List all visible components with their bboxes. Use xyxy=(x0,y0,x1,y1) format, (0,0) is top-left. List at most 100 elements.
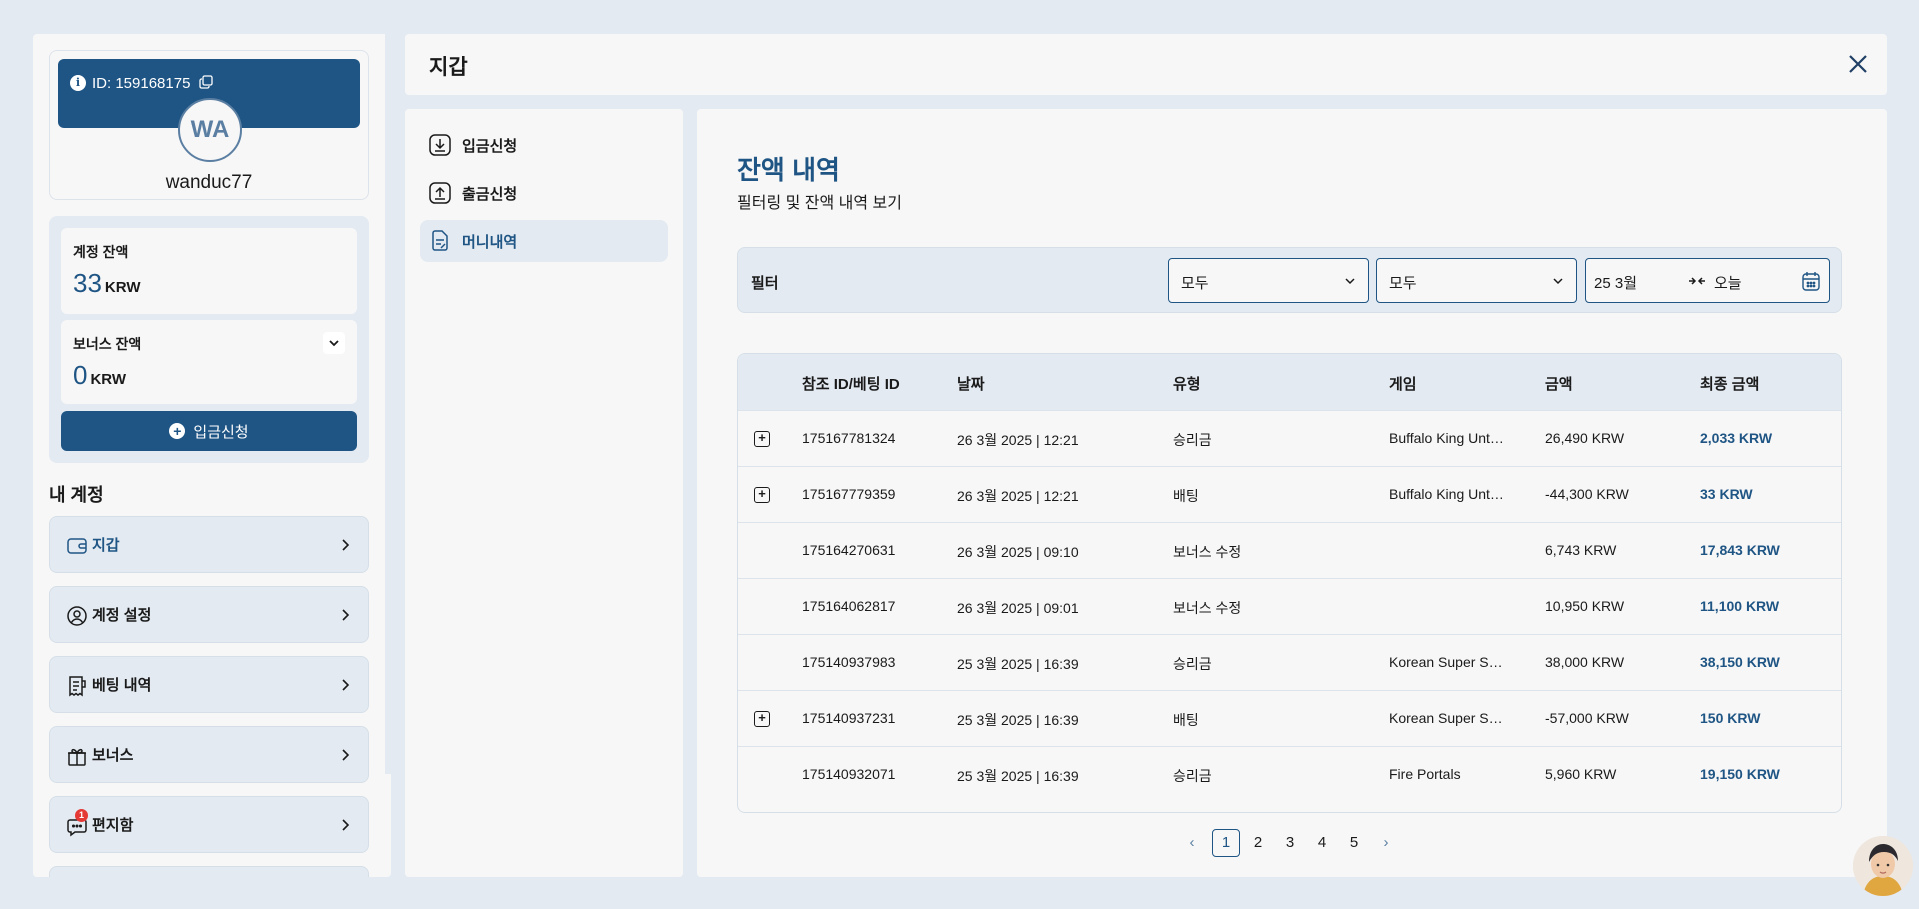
cell-ref-id: 175164062817 xyxy=(802,598,896,614)
prev-page-button[interactable]: ‹ xyxy=(1178,829,1206,857)
cell-amount: 26,490 KRW xyxy=(1545,430,1625,446)
menu-item-bonus[interactable]: 보너스 xyxy=(49,726,369,783)
expand-row-icon[interactable]: + xyxy=(754,711,770,727)
wallet-nav-label: 입금신청 xyxy=(462,137,518,155)
chevron-right-icon xyxy=(342,749,350,761)
receipt-icon xyxy=(69,676,86,697)
chevron-right-icon xyxy=(342,539,350,551)
account-balance-value: 33 KRW xyxy=(73,268,141,298)
bonus-balance-label: 보너스 잔액 xyxy=(73,336,142,352)
menu-item-label: 베팅 내역 xyxy=(92,677,152,694)
wallet-nav-withdraw[interactable]: 출금신청 xyxy=(420,172,668,214)
notification-badge: 1 xyxy=(75,809,88,822)
cell-final-amount: 17,843 KRW xyxy=(1700,542,1780,558)
menu-item-partial[interactable] xyxy=(49,866,369,877)
filter-select-1[interactable]: 모두 xyxy=(1168,258,1369,303)
date-range-picker[interactable]: 25 3월 오늘 xyxy=(1585,258,1830,303)
expand-row-icon[interactable]: + xyxy=(754,487,770,503)
wallet-icon xyxy=(67,538,87,554)
col-date: 날짜 xyxy=(957,376,985,393)
table-row: 175164270631 26 3월 2025 | 09:10 보너스 수정 6,74… xyxy=(738,522,1841,578)
table-row: 175140932071 25 3월 2025 | 16:39 승리금 Fire Po… xyxy=(738,746,1841,802)
date-from[interactable]: 25 3월 xyxy=(1594,272,1637,293)
profile-card: i ID: 159168175 WA wanduc77 xyxy=(49,50,369,200)
balance-block: 계정 잔액 33 KRW 보너스 잔액 0 KRW + 입금신청 xyxy=(49,216,369,463)
menu-item-account-settings[interactable]: 계정 설정 xyxy=(49,586,369,643)
expand-row-icon[interactable]: + xyxy=(754,431,770,447)
col-final-amount: 최종 금액 xyxy=(1700,376,1760,393)
cell-game: Buffalo King Unt… xyxy=(1389,486,1504,502)
document-icon xyxy=(432,230,448,251)
range-arrows-icon xyxy=(1689,277,1705,285)
section-title: 잔액 내역 xyxy=(737,155,840,185)
wallet-nav: 입금신청 출금신청 머니내역 xyxy=(405,109,683,877)
deposit-button-label: 입금신청 xyxy=(193,423,249,441)
chevron-down-icon xyxy=(1553,278,1563,285)
bonus-balance-card: 보너스 잔액 0 KRW xyxy=(61,320,357,404)
filter-select-2[interactable]: 모두 xyxy=(1376,258,1577,303)
filter-bar: 필터 모두 모두 25 3월 오늘 xyxy=(737,247,1842,313)
cell-ref-id: 175167781324 xyxy=(802,430,896,446)
cell-final-amount: 19,150 KRW xyxy=(1700,766,1780,782)
menu-item-wallet[interactable]: 지갑 xyxy=(49,516,369,573)
copy-icon[interactable] xyxy=(199,75,213,89)
col-type: 유형 xyxy=(1173,376,1201,393)
cell-amount: 10,950 KRW xyxy=(1545,598,1625,614)
menu-item-betting-history[interactable]: 베팅 내역 xyxy=(49,656,369,713)
cell-amount: -57,000 KRW xyxy=(1545,710,1629,726)
deposit-button[interactable]: + 입금신청 xyxy=(61,411,357,451)
cell-final-amount: 150 KRW xyxy=(1700,710,1761,726)
table-row: +175167781324 26 3월 2025 | 12:21 승리금 Buffal… xyxy=(738,410,1841,466)
page-button[interactable]: 3 xyxy=(1276,829,1304,857)
cell-final-amount: 11,100 KRW xyxy=(1700,598,1780,614)
cell-game: Buffalo King Unt… xyxy=(1389,430,1504,446)
section-subtitle: 필터링 및 잔액 내역 보기 xyxy=(737,195,902,212)
username: wanduc77 xyxy=(165,172,253,193)
table-row: 175140937983 25 3월 2025 | 16:39 승리금 Korean … xyxy=(738,634,1841,690)
plus-circle-icon: + xyxy=(169,423,186,439)
cell-date: 26 3월 2025 | 09:01 xyxy=(957,600,1079,616)
page-button[interactable]: 4 xyxy=(1308,829,1336,857)
info-icon: i xyxy=(70,75,86,91)
table-row: +175167779359 26 3월 2025 | 12:21 배팅 Buffalo… xyxy=(738,466,1841,522)
account-balance-label: 계정 잔액 xyxy=(73,244,129,260)
table-row: +175140937231 25 3월 2025 | 16:39 배팅 Korean … xyxy=(738,690,1841,746)
cell-amount: 38,000 KRW xyxy=(1545,654,1625,670)
wallet-nav-money-history[interactable]: 머니내역 xyxy=(420,220,668,262)
cell-ref-id: 175164270631 xyxy=(802,542,896,558)
cell-date: 26 3월 2025 | 09:10 xyxy=(957,544,1079,560)
balance-history-table: 참조 ID/베팅 ID 날짜 유형 게임 금액 최종 금액 +175167781… xyxy=(737,353,1842,813)
chevron-down-icon[interactable] xyxy=(323,332,345,354)
page-button[interactable]: 5 xyxy=(1340,829,1368,857)
upload-icon xyxy=(429,182,451,204)
wallet-nav-deposit[interactable]: 입금신청 xyxy=(420,124,668,166)
close-icon[interactable] xyxy=(1847,53,1869,75)
cell-type: 승리금 xyxy=(1173,432,1212,448)
chevron-right-icon xyxy=(342,609,350,621)
support-chat-avatar[interactable] xyxy=(1853,836,1913,896)
menu-item-label: 편지함 xyxy=(92,817,134,834)
chevron-down-icon xyxy=(1345,278,1355,285)
cell-amount: -44,300 KRW xyxy=(1545,486,1629,502)
cell-type: 승리금 xyxy=(1173,656,1212,672)
page-button[interactable]: 2 xyxy=(1244,829,1272,857)
user-settings-icon xyxy=(67,606,87,626)
table-row: 175164062817 26 3월 2025 | 09:01 보너스 수정 10,9… xyxy=(738,578,1841,634)
cell-date: 26 3월 2025 | 12:21 xyxy=(957,488,1079,504)
sidebar-scrollbar[interactable] xyxy=(385,34,391,774)
menu-item-label: 보너스 xyxy=(92,747,134,764)
cell-type: 보너스 수정 xyxy=(1173,600,1242,616)
page-button[interactable]: 1 xyxy=(1212,829,1240,857)
col-game: 게임 xyxy=(1389,376,1417,393)
cell-type: 승리금 xyxy=(1173,768,1212,784)
table-header: 참조 ID/베팅 ID 날짜 유형 게임 금액 최종 금액 xyxy=(738,354,1841,410)
date-to[interactable]: 오늘 xyxy=(1714,272,1742,293)
cell-date: 25 3월 2025 | 16:39 xyxy=(957,656,1079,672)
cell-amount: 5,960 KRW xyxy=(1545,766,1617,782)
cell-final-amount: 38,150 KRW xyxy=(1700,654,1780,670)
filter-label: 필터 xyxy=(751,275,779,292)
next-page-button[interactable]: › xyxy=(1372,829,1400,857)
cell-game: Fire Portals xyxy=(1389,766,1461,782)
calendar-icon[interactable] xyxy=(1802,271,1820,291)
menu-item-inbox[interactable]: 1 편지함 xyxy=(49,796,369,853)
